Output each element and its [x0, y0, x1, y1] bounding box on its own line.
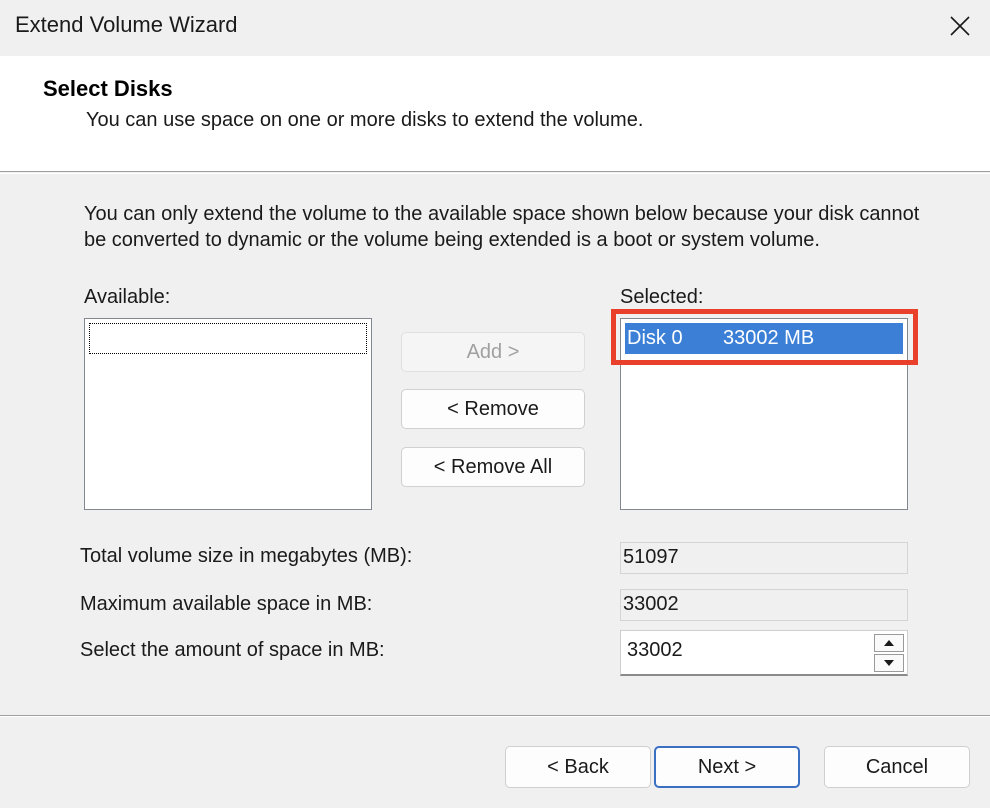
wizard-header: Select Disks You can use space on one or… — [0, 56, 990, 172]
amount-stepper[interactable]: 33002 — [620, 630, 908, 676]
next-button[interactable]: Next > — [654, 746, 800, 788]
footer-divider-highlight — [0, 716, 990, 717]
total-size-label: Total volume size in megabytes (MB): — [80, 545, 413, 567]
spin-down-button[interactable] — [874, 654, 904, 672]
max-space-label: Maximum available space in MB: — [80, 593, 373, 615]
remove-all-button[interactable]: < Remove All — [401, 447, 585, 487]
add-button[interactable]: Add > — [401, 332, 585, 372]
selected-label: Selected: — [620, 286, 704, 308]
amount-label: Select the amount of space in MB: — [80, 639, 385, 661]
available-label: Available: — [84, 286, 171, 308]
title-bar: Extend Volume Wizard — [0, 0, 990, 56]
description-text: You can only extend the volume to the av… — [84, 203, 920, 251]
total-size-field: 51097 — [620, 542, 908, 574]
spin-up-button[interactable] — [874, 634, 904, 652]
max-space-field: 33002 — [620, 589, 908, 621]
available-disks-list[interactable] — [84, 318, 372, 510]
remove-button[interactable]: < Remove — [401, 389, 585, 429]
list-focus-rect — [89, 323, 367, 354]
window-title: Extend Volume Wizard — [15, 12, 238, 37]
arrow-down-icon — [884, 660, 894, 666]
cancel-button[interactable]: Cancel — [824, 746, 970, 788]
page-subtitle: You can use space on one or more disks t… — [86, 109, 644, 131]
close-button[interactable] — [938, 6, 982, 46]
close-icon — [950, 16, 970, 36]
header-divider — [0, 173, 990, 174]
arrow-up-icon — [884, 640, 894, 646]
amount-input[interactable]: 33002 — [627, 639, 683, 662]
annotation-highlight — [611, 309, 918, 365]
page-title: Select Disks — [43, 76, 173, 101]
back-button[interactable]: < Back — [505, 746, 651, 788]
